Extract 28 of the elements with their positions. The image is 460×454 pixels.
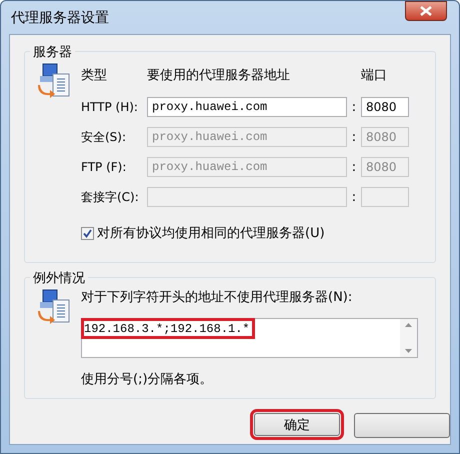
group-legend: 例外情况 xyxy=(30,269,88,287)
column-header: 要使用的代理服务器地址 xyxy=(147,67,291,84)
window-title: 代理服务器设置 xyxy=(11,8,109,26)
scroll-down-icon[interactable] xyxy=(405,349,412,353)
separator-text: : xyxy=(350,130,358,144)
column-header: 类型 xyxy=(81,67,108,84)
separator-text: : xyxy=(350,100,358,114)
prompt-text: 对于下列字符开头的地址不使用代理服务器(N): xyxy=(81,290,352,305)
separator-text: : xyxy=(350,160,358,174)
scroll-up-icon[interactable] xyxy=(405,323,412,327)
protocol-label: 安全(S): xyxy=(81,128,128,146)
group-legend: 服务器 xyxy=(30,43,75,61)
network-icon xyxy=(37,288,71,326)
checkbox-label: 对所有协议均使用相同的代理服务器(U) xyxy=(97,225,325,242)
protocol-label: HTTP (H): xyxy=(81,100,139,114)
protocol-label: FTP (F): xyxy=(81,160,128,174)
close-icon xyxy=(420,6,432,16)
dialog-button[interactable] xyxy=(354,413,450,438)
protocol-label: 套接字(C): xyxy=(81,188,140,206)
separator-text: : xyxy=(350,190,358,204)
close-button[interactable] xyxy=(405,1,447,21)
exceptions-field[interactable]: 192.168.3.*;192.168.1.* xyxy=(81,318,418,358)
port-field[interactable]: 8080 xyxy=(361,97,409,117)
column-header: 端口 xyxy=(361,67,388,84)
checkbox[interactable] xyxy=(81,226,94,240)
address-field[interactable]: proxy.huawei.com xyxy=(147,97,347,117)
hint-text: 使用分号(;)分隔各项。 xyxy=(81,371,214,388)
network-icon xyxy=(37,62,71,100)
